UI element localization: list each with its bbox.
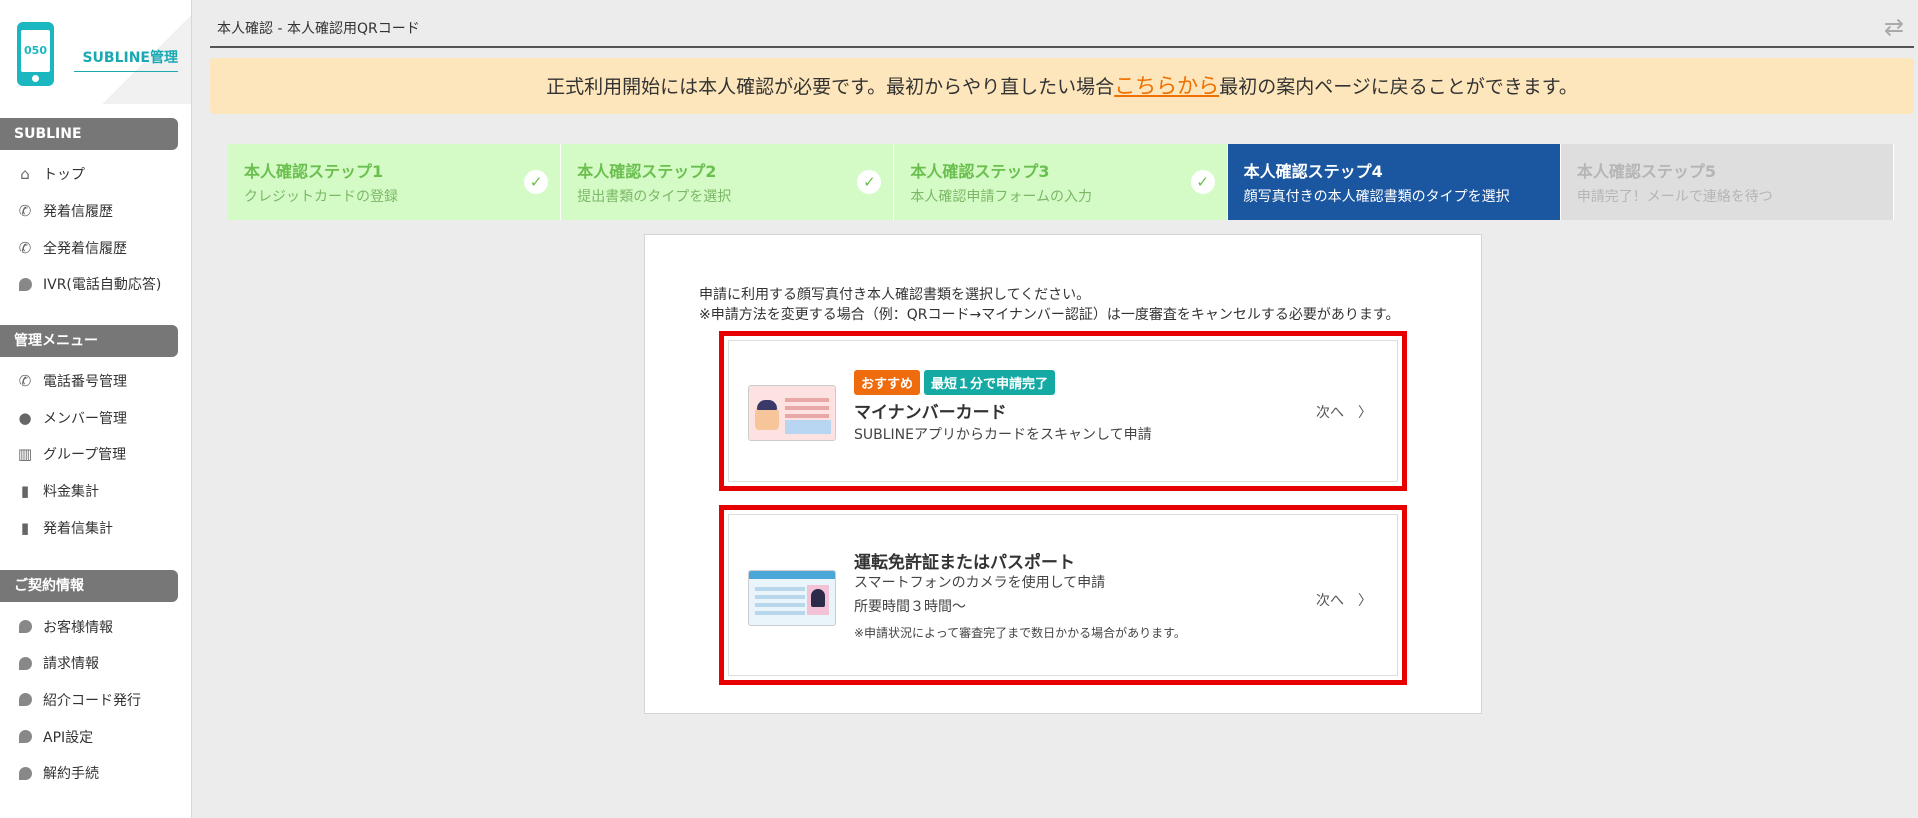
nav-item-top[interactable]: ⌂ トップ xyxy=(0,156,191,193)
nav-label: 請求情報 xyxy=(43,656,99,673)
license-passport-option[interactable]: 運転免許証またはパスポート スマートフォンのカメラを使用して申請 所要時間３時間… xyxy=(719,505,1407,685)
step-title: 本人確認ステップ4 xyxy=(1243,162,1383,181)
building-icon: ▥ xyxy=(17,445,33,464)
step-desc: クレジットカードの登録 xyxy=(244,189,398,205)
step-desc: 本人確認申請フォームの入力 xyxy=(910,189,1092,205)
nav-item-groups[interactable]: ▥ グループ管理 xyxy=(0,436,191,473)
instructions: 申請に利用する顔写真付き本人確認書類を選択してください。 ※申請方法を変更する場… xyxy=(699,285,1400,325)
my-number-card-image xyxy=(748,385,836,441)
nav-item-phone-numbers[interactable]: ✆ 電話番号管理 xyxy=(0,363,191,400)
card-title: 運転免許証またはパスポート xyxy=(854,553,1075,573)
document-type-panel: 申請に利用する顔写真付き本人確認書類を選択してください。 ※申請方法を変更する場… xyxy=(644,234,1482,714)
nav-label: 電話番号管理 xyxy=(43,374,127,391)
home-icon: ⌂ xyxy=(20,165,30,184)
nav-label: 発着信履歴 xyxy=(43,204,113,221)
section-admin-menu: 管理メニュー ✆ 電話番号管理 ● メンバー管理 ▥ グループ管理 ▮ 料金集計 ▮ 発着… xyxy=(0,324,191,547)
bubble-icon xyxy=(15,618,35,636)
user-icon: ● xyxy=(18,408,32,427)
logo-area: 050 SUBLINE管理 xyxy=(0,0,191,104)
step-title: 本人確認ステップ3 xyxy=(910,162,1050,181)
step-3: 本人確認ステップ3 本人確認申請フォームの入力 ✓ xyxy=(894,144,1228,220)
notice-text-after: 最初の案内ページに戻ることができます。 xyxy=(1219,76,1578,98)
nav-item-referral-code[interactable]: 紹介コード発行 xyxy=(0,682,191,719)
nav-item-invoice[interactable]: 請求情報 xyxy=(0,645,191,682)
bubble-icon xyxy=(15,728,35,746)
recommended-badge: おすすめ xyxy=(854,370,921,395)
bubble-icon xyxy=(15,764,35,782)
notice-banner: 正式利用開始には本人確認が必要です。最初からやり直したい場合こちらから最初の案内… xyxy=(210,58,1914,114)
nav-label: API設定 xyxy=(43,729,94,746)
step-desc: 申請完了！メールで連絡を待つ xyxy=(1576,189,1773,205)
my-number-card-option[interactable]: おすすめ 最短１分で申請完了 マイナンバーカード SUBLINEアプリからカード… xyxy=(719,331,1407,491)
section-header: ご契約情報 xyxy=(0,570,178,603)
bubble-icon xyxy=(15,691,35,709)
next-link[interactable]: 次へ 〉 xyxy=(1316,402,1372,422)
nav-label: お客様情報 xyxy=(43,619,113,636)
step-title: 本人確認ステップ2 xyxy=(577,162,717,181)
phone-logo-icon: 050 xyxy=(17,22,54,86)
nav-label: 料金集計 xyxy=(43,484,99,501)
step-5: 本人確認ステップ5 申請完了！メールで連絡を待つ xyxy=(1560,144,1895,220)
phone-icon: ✆ xyxy=(18,372,32,391)
nav-label: 解約手続 xyxy=(43,766,99,783)
app-title[interactable]: SUBLINE管理 xyxy=(74,47,178,72)
step-title: 本人確認ステップ5 xyxy=(1576,162,1716,181)
card-desc: スマートフォンのカメラを使用して申請 xyxy=(854,575,1106,591)
sidebar: 050 SUBLINE管理 SUBLINE ⌂ トップ ✆ 発着信履歴 ✆ 全発着信履… xyxy=(0,0,192,818)
nav-item-billing-summary[interactable]: ▮ 料金集計 xyxy=(0,473,191,510)
bubble-icon xyxy=(15,654,35,672)
nav-label: 発着信集計 xyxy=(43,520,113,537)
phone-calls-icon: ✆ xyxy=(18,202,32,221)
bar-chart-icon: ▮ xyxy=(20,518,30,537)
nav-label: IVR(電話自動応答) xyxy=(43,277,162,294)
bar-chart-icon: ▮ xyxy=(20,482,30,501)
nav-item-members[interactable]: ● メンバー管理 xyxy=(0,399,191,436)
card-time: 所要時間３時間〜 xyxy=(854,599,966,615)
license-card-image xyxy=(748,570,836,626)
nav-item-call-summary[interactable]: ▮ 発着信集計 xyxy=(0,510,191,547)
refresh-icon[interactable]: ⇄ xyxy=(1880,13,1908,41)
notice-text-before: 正式利用開始には本人確認が必要です。最初からやり直したい場合 xyxy=(546,76,1115,98)
step-4: 本人確認ステップ4 顔写真付きの本人確認書類のタイプを選択 xyxy=(1227,144,1561,220)
step-desc: 顔写真付きの本人確認書類のタイプを選択 xyxy=(1243,189,1510,205)
next-link[interactable]: 次へ 〉 xyxy=(1316,590,1372,610)
card-desc: SUBLINEアプリからカードをスキャンして申請 xyxy=(854,427,1152,443)
nav-label: 紹介コード発行 xyxy=(43,692,141,709)
badge-group: おすすめ 最短１分で申請完了 xyxy=(854,370,1056,395)
step-title: 本人確認ステップ1 xyxy=(244,162,384,181)
section-contract: ご契約情報 お客様情報 請求情報 紹介コード発行 API設定 解約手続 xyxy=(0,570,191,791)
nav-item-customer-info[interactable]: お客様情報 xyxy=(0,608,191,645)
instruction-line-1: 申請に利用する顔写真付き本人確認書類を選択してください。 xyxy=(699,287,1091,303)
nav-item-api-settings[interactable]: API設定 xyxy=(0,718,191,755)
logo-phone-number: 050 xyxy=(21,30,50,72)
card-note: ※申請状況によって審査完了まで数日かかる場合があります。 xyxy=(854,626,1186,640)
restart-link[interactable]: こちらから xyxy=(1114,74,1219,98)
phone-calls-icon: ✆ xyxy=(18,238,32,257)
step-progress: 本人確認ステップ1 クレジットカードの登録 ✓ 本人確認ステップ2 提出書類のタ… xyxy=(228,144,1895,220)
nav-label: メンバー管理 xyxy=(43,410,127,427)
step-1: 本人確認ステップ1 クレジットカードの登録 ✓ xyxy=(228,144,562,220)
bubble-icon xyxy=(15,275,35,293)
step-2: 本人確認ステップ2 提出書類のタイプを選択 ✓ xyxy=(561,144,895,220)
step-desc: 提出書類のタイプを選択 xyxy=(577,189,732,205)
section-header: 管理メニュー xyxy=(0,324,178,357)
check-icon: ✓ xyxy=(1190,170,1215,194)
nav-item-all-call-history[interactable]: ✆ 全発着信履歴 xyxy=(0,229,191,266)
divider xyxy=(210,46,1914,48)
instruction-line-2: ※申請方法を変更する場合（例：QRコード→マイナンバー認証）は一度審査をキャンセ… xyxy=(699,307,1400,323)
section-header: SUBLINE xyxy=(0,118,178,150)
nav-label: グループ管理 xyxy=(43,447,127,464)
nav-label: トップ xyxy=(43,167,85,184)
fastest-badge: 最短１分で申請完了 xyxy=(924,370,1056,395)
nav-item-cancellation[interactable]: 解約手続 xyxy=(0,755,191,792)
main-content: 本人確認 - 本人確認用QRコード ⇄ 正式利用開始には本人確認が必要です。最初… xyxy=(210,0,1918,818)
nav-label: 全発着信履歴 xyxy=(43,240,127,257)
card-title: マイナンバーカード xyxy=(854,403,1007,423)
nav-item-call-history[interactable]: ✆ 発着信履歴 xyxy=(0,193,191,230)
section-subline: SUBLINE ⌂ トップ ✆ 発着信履歴 ✆ 全発着信履歴 IVR(電話自動応答) xyxy=(0,118,191,303)
breadcrumb: 本人確認 - 本人確認用QRコード xyxy=(217,21,420,37)
nav-item-ivr[interactable]: IVR(電話自動応答) xyxy=(0,266,191,303)
